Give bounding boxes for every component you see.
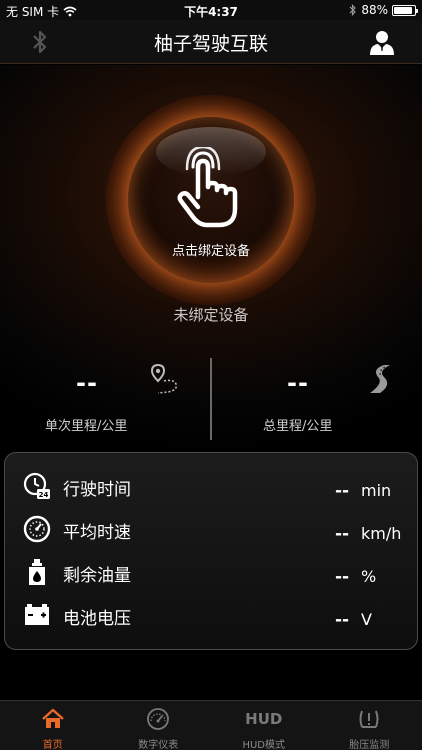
metric-name: 剩余油量: [63, 566, 131, 586]
metric-unit: km/h: [361, 524, 402, 543]
tab-home[interactable]: 首页: [0, 701, 106, 750]
metric-unit: %: [361, 567, 377, 586]
metrics-panel: 24 行驶时间 -- min 平均时速 -- km/h 剩余油量 -- % 电池…: [4, 452, 418, 650]
battery-percent: 88%: [361, 3, 388, 17]
metric-unit: min: [361, 481, 392, 500]
metric-row-drive-time: 24 行驶时间 -- min: [5, 469, 419, 505]
tab-tire-pressure[interactable]: 胎压监测: [317, 701, 422, 750]
gauge-icon: [147, 708, 170, 730]
status-bar: 无 SIM 卡 下午4:37 88%: [0, 0, 422, 20]
metric-value: --: [335, 567, 350, 587]
bluetooth-status-icon: [349, 4, 357, 16]
device-status: 未绑定设备: [173, 306, 249, 324]
user-icon[interactable]: [368, 28, 396, 56]
battery-voltage-icon: [25, 604, 49, 625]
speedometer-icon: [23, 515, 51, 543]
tab-label: 数字仪表: [138, 740, 179, 750]
metric-name: 行驶时间: [63, 480, 131, 500]
metric-row-avg-speed: 平均时速 -- km/h: [5, 512, 419, 548]
metric-row-fuel: 剩余油量 -- %: [5, 555, 419, 591]
trip-mileage-value: --: [76, 369, 98, 397]
page-title: 柚子驾驶互联: [153, 33, 268, 55]
trip-mileage-label: 单次里程/公里: [45, 419, 128, 434]
tab-digital-dashboard[interactable]: 数字仪表: [106, 701, 212, 750]
metric-value: --: [335, 610, 350, 630]
nav-bar: 柚子驾驶互联: [0, 20, 422, 64]
metric-row-battery: 电池电压 -- V: [5, 598, 419, 634]
home-icon: [41, 708, 64, 728]
tire-pressure-icon: [359, 710, 379, 728]
metric-value: --: [335, 481, 350, 501]
tab-bar: 首页 数字仪表 HUD HUD模式 胎压监测: [0, 700, 422, 750]
fuel-can-icon: [29, 559, 45, 585]
battery-icon: [392, 4, 418, 16]
metric-unit: V: [361, 610, 372, 629]
hud-icon: HUD: [245, 710, 283, 728]
clock-24h-icon: 24: [23, 472, 50, 499]
status-right: 88%: [349, 3, 418, 17]
tap-hand-icon: [177, 147, 238, 228]
tab-label: HUD模式: [242, 740, 286, 750]
main-content: 点击绑定设备 未绑定设备 -- 单次里程/公里 -- 总里程/公里 24 行驶时…: [0, 65, 422, 700]
svg-text:24: 24: [39, 491, 49, 499]
tab-label: 胎压监测: [349, 740, 390, 750]
road-icon: [370, 365, 390, 393]
tab-hud-mode[interactable]: HUD HUD模式: [211, 701, 317, 750]
total-mileage: -- 总里程/公里: [211, 355, 422, 445]
metric-name: 电池电压: [63, 609, 131, 629]
metric-name: 平均时速: [63, 523, 131, 543]
trip-mileage: -- 单次里程/公里: [0, 355, 211, 445]
bind-device-label: 点击绑定设备: [171, 244, 250, 259]
route-pin-icon: [150, 363, 178, 394]
tab-label: 首页: [42, 740, 63, 750]
metric-value: --: [335, 524, 350, 544]
total-mileage-value: --: [287, 369, 309, 397]
total-mileage-label: 总里程/公里: [263, 419, 333, 434]
bind-device-button[interactable]: 点击绑定设备: [106, 95, 316, 305]
